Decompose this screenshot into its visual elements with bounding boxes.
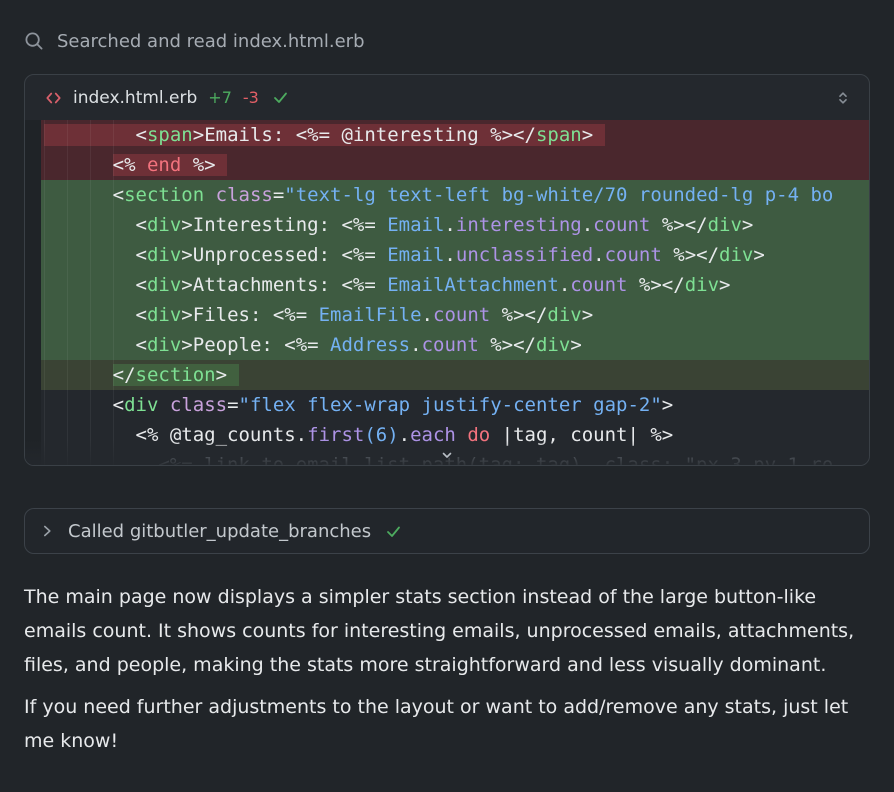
search-summary-label: Searched and read index.html.erb [57, 31, 365, 52]
code-line: <div>Attachments: <%= EmailAttachment.co… [41, 270, 869, 300]
success-check-icon [385, 523, 402, 540]
code-line: <div class="flex flex-wrap justify-cente… [41, 390, 869, 420]
tool-call-row[interactable]: Called gitbutler_update_branches [24, 508, 870, 554]
chat-transcript: Searched and read index.html.erb index.h… [0, 0, 894, 758]
answer-paragraph: If you need further adjustments to the l… [24, 690, 870, 758]
assistant-message: The main page now displays a simpler sta… [24, 580, 870, 758]
code-line: <section class="text-lg text-left bg-whi… [41, 180, 869, 210]
indent-guide [113, 120, 114, 466]
chevron-down-icon[interactable] [439, 449, 455, 463]
code-lines: <span>Emails: <%= @interesting %></span>… [25, 120, 869, 466]
search-icon [24, 31, 44, 51]
diff-gutter [25, 120, 41, 466]
search-summary-row[interactable]: Searched and read index.html.erb [24, 28, 870, 54]
code-line: <% end %> [41, 150, 869, 180]
chevron-right-icon [40, 524, 54, 538]
indent-guide [44, 120, 45, 466]
tool-call-label: Called gitbutler_update_branches [68, 521, 371, 542]
code-line: <span>Emails: <%= @interesting %></span> [41, 120, 869, 150]
code-line: </section> [41, 360, 869, 390]
diff-filename: index.html.erb [73, 88, 197, 108]
code-line: <div>People: <%= Address.count %></div> [41, 330, 869, 360]
diff-additions-count: +7 [208, 88, 232, 107]
code-file-icon [45, 90, 62, 106]
diff-deletions-count: -3 [243, 88, 259, 107]
diff-code-area: <span>Emails: <%= @interesting %></span>… [25, 120, 869, 466]
unfold-vertical-icon[interactable] [835, 89, 851, 107]
success-check-icon [272, 89, 289, 106]
answer-paragraph: The main page now displays a simpler sta… [24, 580, 870, 682]
indent-guide [90, 120, 91, 466]
diff-card: index.html.erb +7 -3 <span>Emails: <%= @… [24, 74, 870, 466]
indent-guide [67, 120, 68, 466]
diff-card-header[interactable]: index.html.erb +7 -3 [25, 75, 869, 120]
code-line: <div>Unprocessed: <%= Email.unclassified… [41, 240, 869, 270]
code-line: <div>Interesting: <%= Email.interesting.… [41, 210, 869, 240]
code-line: <div>Files: <%= EmailFile.count %></div> [41, 300, 869, 330]
